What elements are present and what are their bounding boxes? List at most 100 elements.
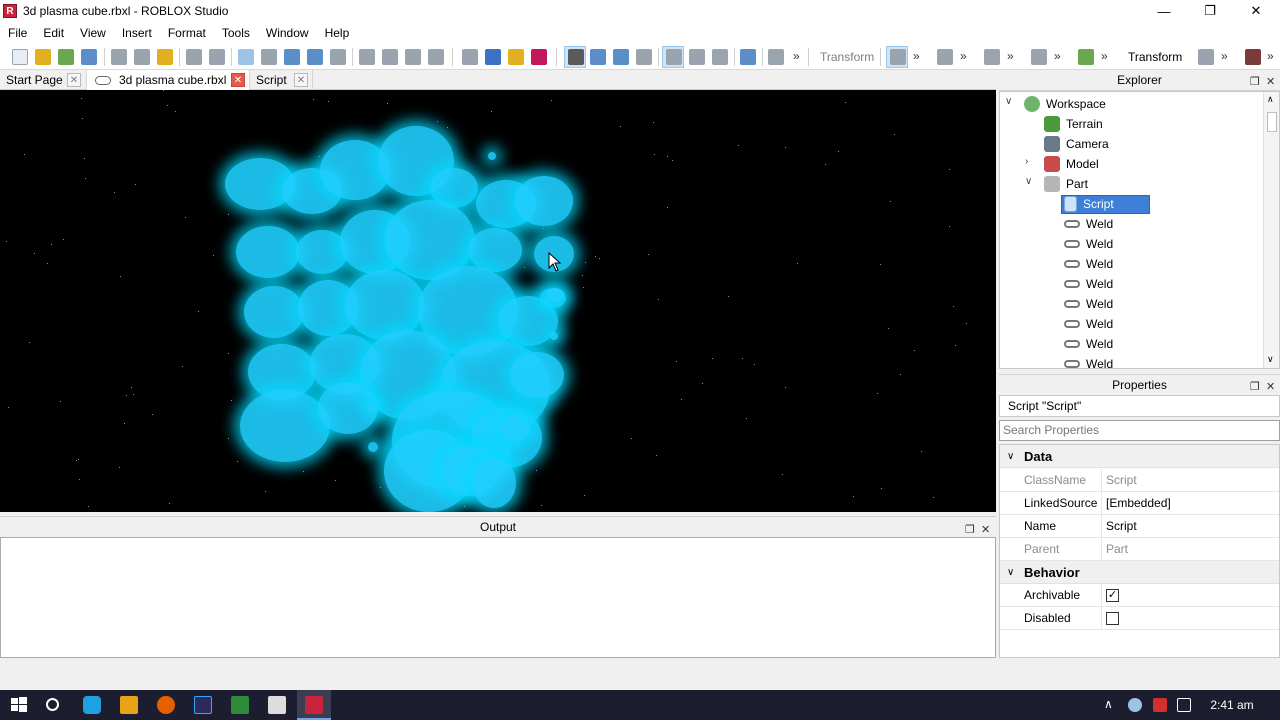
stop-icon[interactable] — [531, 49, 547, 65]
category-data[interactable]: ∨ Data — [1000, 445, 1279, 468]
scroll-up-icon[interactable]: ∧ — [1267, 94, 1274, 105]
rotate-x-icon[interactable] — [382, 49, 398, 65]
property-value[interactable]: Script — [1106, 515, 1137, 538]
play-here-icon[interactable] — [462, 49, 478, 65]
notifications-icon[interactable] — [1177, 698, 1191, 712]
terrain-tools-icon[interactable] — [937, 49, 953, 65]
property-row-disabled[interactable]: Disabled — [1000, 607, 1279, 630]
snap-move-icon[interactable] — [689, 49, 705, 65]
code-editor-icon[interactable] — [268, 696, 286, 714]
expanded-chevron-icon[interactable]: ∨ — [1007, 445, 1014, 468]
paste-icon[interactable] — [157, 49, 173, 65]
terrain-green-icon[interactable] — [1078, 49, 1094, 65]
select-arrow-icon[interactable] — [568, 49, 584, 65]
rotate-y-icon[interactable] — [359, 49, 375, 65]
pause-icon[interactable] — [508, 49, 524, 65]
photoshop-icon[interactable] — [194, 696, 212, 714]
terminal-green-icon[interactable] — [231, 696, 249, 714]
save-icon[interactable] — [81, 49, 97, 65]
scale-tool-icon[interactable] — [613, 49, 629, 65]
tree-item-model[interactable]: Model — [1044, 154, 1099, 174]
toolbar-overflow-icon[interactable]: » — [960, 49, 967, 63]
play-icon[interactable] — [485, 49, 501, 65]
output-console[interactable] — [0, 537, 996, 658]
search-icon[interactable] — [46, 698, 59, 711]
firefox-icon[interactable] — [157, 696, 175, 714]
scrollbar-thumb[interactable] — [1267, 112, 1277, 132]
close-tab-icon[interactable]: ✕ — [294, 73, 308, 87]
tree-item-camera[interactable]: Camera — [1044, 134, 1109, 154]
restore-button[interactable]: ❐ — [1187, 0, 1233, 22]
redo-icon[interactable] — [209, 49, 225, 65]
transform-label[interactable]: Transform — [1128, 50, 1182, 64]
undock-icon[interactable]: ❐ — [1250, 72, 1260, 93]
tree-item-weld[interactable]: Weld — [1064, 254, 1113, 274]
toolbar-overflow-icon[interactable]: » — [1101, 49, 1108, 63]
3d-viewport[interactable] — [0, 90, 996, 512]
toolbar-overflow-icon[interactable]: » — [1007, 49, 1014, 63]
tab-start-page[interactable]: Start Page ✕ — [0, 70, 87, 90]
transform-label-disabled[interactable]: Transform — [820, 50, 874, 64]
tree-item-script-selected[interactable]: Script — [1064, 194, 1114, 214]
model-tools-icon[interactable] — [984, 49, 1000, 65]
tree-item-weld[interactable]: Weld — [1064, 274, 1113, 294]
tree-item-weld[interactable]: Weld — [1064, 334, 1113, 354]
collapsed-chevron-icon[interactable]: › — [1025, 156, 1028, 167]
expanded-chevron-icon[interactable]: ∨ — [1007, 561, 1014, 584]
animation-editor-icon[interactable] — [1245, 49, 1261, 65]
windows-start-icon[interactable] — [10, 696, 28, 714]
collisions-icon[interactable] — [330, 49, 346, 65]
menu-insert[interactable]: Insert — [114, 22, 160, 44]
antivirus-icon[interactable] — [1153, 698, 1167, 712]
ungroup-icon[interactable] — [261, 49, 277, 65]
close-panel-icon[interactable]: ✕ — [1266, 72, 1275, 93]
tree-item-weld[interactable]: Weld — [1064, 354, 1113, 368]
archivable-checkbox[interactable]: ✓ — [1106, 589, 1119, 602]
tree-item-terrain[interactable]: Terrain — [1044, 114, 1103, 134]
tab-place-file[interactable]: 3d plasma cube.rbxl ✕ — [87, 70, 250, 90]
toolbar-overflow-icon[interactable]: » — [913, 49, 920, 63]
close-window-button[interactable]: ✕ — [1233, 0, 1279, 22]
snap-off-icon[interactable] — [712, 49, 728, 65]
menu-view[interactable]: View — [72, 22, 114, 44]
menu-edit[interactable]: Edit — [35, 22, 72, 44]
show-hidden-icons-icon[interactable]: ∧ — [1104, 697, 1113, 711]
property-row-archivable[interactable]: Archivable ✓ — [1000, 584, 1279, 607]
publish-icon[interactable] — [58, 49, 74, 65]
minimize-button[interactable]: — — [1141, 0, 1187, 22]
menu-format[interactable]: Format — [160, 22, 214, 44]
close-tab-icon[interactable]: ✕ — [67, 73, 81, 87]
tree-item-weld[interactable]: Weld — [1064, 314, 1113, 334]
explorer-tree[interactable]: ∨ Workspace Terrain Camera › Model ∨ Par… — [999, 91, 1280, 369]
open-file-icon[interactable] — [35, 49, 51, 65]
menu-tools[interactable]: Tools — [214, 22, 258, 44]
new-file-icon[interactable] — [12, 49, 28, 65]
menu-help[interactable]: Help — [317, 22, 358, 44]
disabled-checkbox[interactable] — [1106, 612, 1119, 625]
search-properties-input[interactable]: Search Properties — [999, 420, 1280, 441]
lock-icon[interactable] — [307, 49, 323, 65]
surface-tools-icon[interactable] — [1031, 49, 1047, 65]
toolbar-overflow-icon[interactable]: » — [1267, 49, 1274, 63]
anchor-icon[interactable] — [284, 49, 300, 65]
toolbar-overflow-icon[interactable]: » — [793, 49, 800, 63]
property-row-name[interactable]: Name Script — [1000, 515, 1279, 538]
toolbar-overflow-icon[interactable]: » — [1221, 49, 1228, 63]
collaboration-icon[interactable] — [740, 49, 756, 65]
media-player-icon[interactable] — [120, 696, 138, 714]
system-clock[interactable]: 2:41 am — [1206, 690, 1258, 720]
move-tool-icon[interactable] — [590, 49, 606, 65]
toolbar-overflow-icon[interactable]: » — [1054, 49, 1061, 63]
tree-item-weld[interactable]: Weld — [1064, 214, 1113, 234]
property-value[interactable]: [Embedded] — [1106, 492, 1171, 515]
move-down-icon[interactable] — [428, 49, 444, 65]
copy-icon[interactable] — [134, 49, 150, 65]
roblox-studio-taskbar-icon[interactable] — [305, 696, 323, 714]
plugin-icon[interactable] — [768, 49, 784, 65]
tab-script[interactable]: Script ✕ — [250, 70, 313, 90]
menu-file[interactable]: File — [0, 22, 35, 44]
move-up-icon[interactable] — [405, 49, 421, 65]
cut-icon[interactable] — [111, 49, 127, 65]
menu-window[interactable]: Window — [258, 22, 317, 44]
tree-item-weld[interactable]: Weld — [1064, 234, 1113, 254]
